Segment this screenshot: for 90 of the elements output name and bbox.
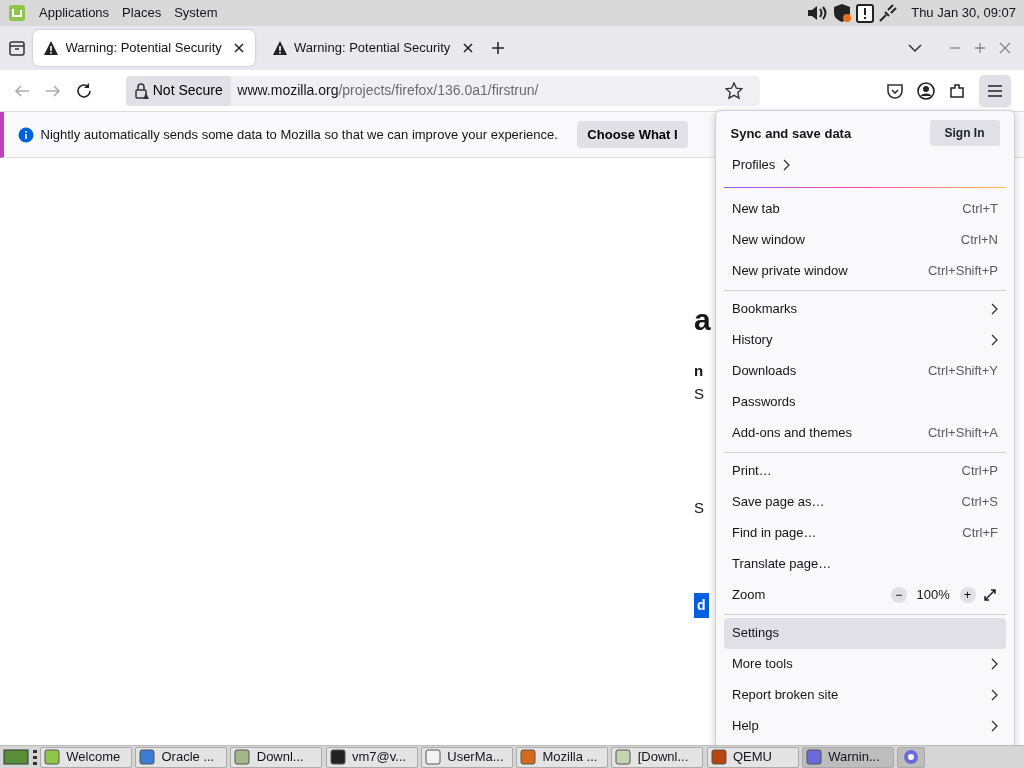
new-tab-icon[interactable] [490, 40, 506, 56]
menu-item[interactable]: Find in page… Ctrl+F [724, 517, 1006, 549]
panel-menu[interactable]: Places [122, 3, 162, 23]
speaker-icon [806, 3, 829, 23]
close-icon[interactable] [233, 42, 245, 54]
choose-button[interactable]: Choose What I [577, 120, 688, 149]
extensions-icon[interactable] [948, 81, 966, 100]
menu-item[interactable]: New private window Ctrl+Shift+P [724, 255, 1006, 287]
taskbar-button[interactable]: [Downl... [611, 746, 704, 768]
menu-item[interactable]: Print… Ctrl+P [724, 455, 1006, 487]
menu-icon [987, 83, 1003, 98]
menu-button[interactable] [979, 74, 1011, 107]
notification-text: Nightly automatically sends some data to Mozilla so that we can improve your experience. [40, 125, 558, 144]
menu-item[interactable]: Report broken site [724, 679, 1006, 711]
handle-icon [32, 749, 37, 765]
app-icon [139, 749, 155, 765]
url-bar[interactable]: Not Secure www.mozilla.org/projects/firefox/136.0a1/firstrun/ [125, 75, 760, 106]
taskbar-button[interactable]: UserMa... [420, 746, 513, 768]
menu-item[interactable]: Save page as… Ctrl+S [724, 486, 1006, 518]
menu-item[interactable]: New window Ctrl+N [724, 224, 1006, 256]
security-button[interactable]: Not Secure [125, 75, 231, 106]
chevron-right-icon [990, 658, 998, 670]
menu-item[interactable]: New tab Ctrl+T [724, 193, 1006, 225]
page-text: S [694, 500, 704, 517]
taskbar-button[interactable]: Oracle ... [135, 746, 227, 768]
taskbar-button[interactable]: Downl... [230, 746, 323, 768]
plug-icon [878, 3, 899, 23]
taskbar-button[interactable]: Warnin... [801, 746, 894, 768]
warning-icon [271, 40, 288, 56]
alert-icon [854, 3, 875, 23]
app-icon [805, 749, 822, 765]
browser-tab[interactable]: Warning: Potential Security [261, 30, 484, 66]
taskbar-button[interactable]: QEMU [706, 746, 799, 768]
app-icon [43, 749, 60, 765]
panel-menu[interactable]: System [174, 3, 218, 23]
menu-item[interactable]: More tools [724, 648, 1006, 680]
menu-item[interactable]: Add-ons and themes Ctrl+Shift+A [724, 417, 1006, 449]
browser-tab[interactable]: Warning: Potential Security [33, 30, 255, 66]
chevron-right-icon [990, 334, 998, 346]
chevron-right-icon [990, 303, 998, 315]
zoom-value[interactable]: 100% [913, 585, 953, 605]
taskbar-button[interactable]: Welcome [39, 746, 132, 768]
tab-list-icon[interactable] [6, 38, 27, 58]
shield-icon [831, 3, 852, 23]
app-icon [615, 749, 632, 765]
zoom-out-button[interactable]: − [890, 587, 907, 603]
info-icon [18, 126, 34, 143]
menu-item[interactable]: Help [724, 710, 1006, 742]
tab-title: Warning: Potential Security [294, 39, 452, 58]
page-text: n [694, 363, 704, 380]
profiles-item[interactable]: Profiles [724, 149, 1006, 181]
app-icon [710, 749, 727, 765]
zoom-in-button[interactable]: + [959, 587, 976, 603]
zoom-label: Zoom [732, 586, 766, 605]
fullscreen-icon[interactable] [982, 587, 998, 603]
menu-item[interactable]: Translate page… [724, 548, 1006, 580]
app-icon [329, 749, 346, 765]
app-icon [520, 749, 536, 765]
menu-item[interactable]: Settings [724, 617, 1006, 649]
chevron-right-icon [781, 159, 790, 171]
maximize-icon[interactable] [974, 42, 986, 54]
browser-icon [903, 749, 919, 765]
account-icon[interactable] [917, 81, 935, 100]
taskbar-button[interactable]: vm7@v... [325, 746, 418, 768]
reload-icon[interactable] [75, 81, 93, 100]
menu-item[interactable]: Passwords [724, 386, 1006, 418]
close-icon[interactable] [461, 42, 474, 54]
clock: Thu Jan 30, 09:07 [911, 4, 1016, 23]
warning-icon [43, 40, 59, 56]
page-text: S [694, 386, 704, 403]
menu-heading: Sync and save data [730, 124, 852, 143]
tab-title: Warning: Potential Security [65, 39, 223, 58]
menu-item[interactable]: Bookmarks [724, 293, 1006, 325]
taskbar-button[interactable] [897, 746, 925, 768]
page-button[interactable]: d [694, 593, 709, 619]
url-text: www.mozilla.org/projects/firefox/136.0a1/firstrun/ [237, 81, 540, 100]
desktop-icon[interactable] [3, 748, 30, 766]
app-icon [424, 749, 441, 765]
pocket-icon[interactable] [886, 81, 904, 100]
chevron-right-icon [990, 689, 998, 701]
sign-in-button[interactable]: Sign In [929, 120, 1000, 147]
menu-item[interactable]: Downloads Ctrl+Shift+Y [724, 355, 1006, 387]
star-icon[interactable] [724, 81, 743, 100]
app-icon [234, 749, 251, 765]
taskbar-button[interactable]: Mozilla ... [516, 746, 608, 768]
panel-menu[interactable]: Applications [39, 3, 110, 23]
lock-warning-icon [133, 81, 150, 100]
page-heading: a [694, 303, 711, 336]
chevron-right-icon [990, 720, 998, 732]
menu-item[interactable]: History [724, 324, 1006, 356]
